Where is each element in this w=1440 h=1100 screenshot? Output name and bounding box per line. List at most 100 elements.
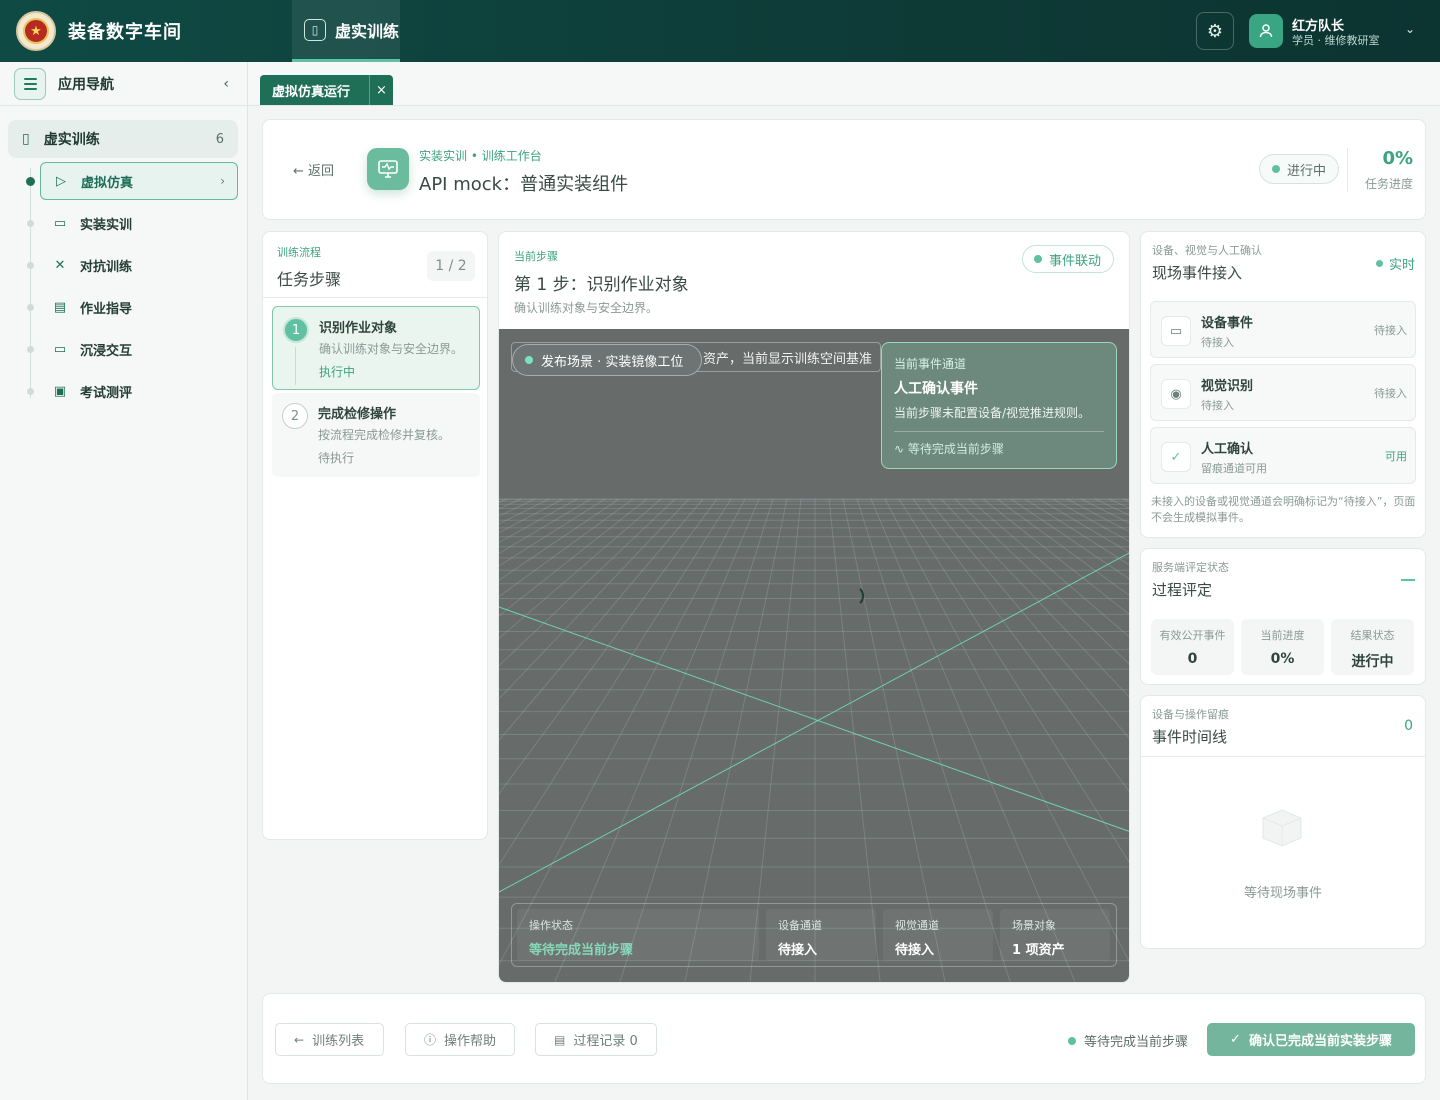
event-link-badge[interactable]: 事件联动 bbox=[1022, 245, 1114, 273]
confirm-step-button[interactable]: ✓ 确认已完成当前实装步骤 bbox=[1207, 1023, 1415, 1056]
current-step-sub: 确认训练对象与安全边界。 bbox=[514, 301, 659, 315]
footer-status-label: 等待完成当前步骤 bbox=[1084, 1035, 1189, 1050]
training-list-button[interactable]: ← 训练列表 bbox=[275, 1023, 384, 1056]
status-value: 待接入 bbox=[895, 943, 935, 958]
scene-pill[interactable]: 发布场景 · 实装镜像工位 bbox=[512, 344, 702, 376]
event-timeline-panel: 设备与操作留痕 事件时间线 0 等待现场事件 bbox=[1140, 695, 1426, 949]
sidebar-item-exam[interactable]: ▣ 考试测评 bbox=[40, 372, 238, 410]
vr-headset-icon: ▭ bbox=[53, 341, 67, 357]
event-link-label: 事件联动 bbox=[1049, 253, 1102, 269]
tree-dot bbox=[27, 346, 34, 353]
book-icon: ▯ bbox=[22, 131, 30, 147]
sidebar-item-work-guide[interactable]: ▤ 作业指导 bbox=[40, 288, 238, 326]
sidebar-group-virtual-training[interactable]: ▯ 虚实训练 6 bbox=[8, 120, 238, 158]
sidebar-group-label: 虚实训练 bbox=[43, 132, 100, 148]
divider bbox=[1141, 756, 1425, 757]
sidebar-item-combat-training[interactable]: ✕ 对抗训练 bbox=[40, 246, 238, 284]
gear-icon[interactable]: ⚙ bbox=[1196, 12, 1234, 50]
monitor-pulse-icon bbox=[367, 148, 409, 190]
tab-label: 虚拟仿真运行 bbox=[272, 84, 351, 100]
scene-status-bar: 操作状态 等待完成当前步骤 设备通道 待接入 视觉通道 待接入 场景对象 1 项… bbox=[511, 903, 1117, 967]
crossed-swords-icon: ✕ bbox=[54, 257, 66, 273]
sidebar-item-practical-training[interactable]: ▭ 实装实训 bbox=[40, 204, 238, 242]
divider bbox=[263, 297, 487, 298]
loading-spinner-icon bbox=[842, 585, 864, 607]
action-footer: ← 训练列表 ⓘ 操作帮助 ▤ 过程记录 0 等待完成当前步骤 ✓ 确认已完成当前实装步… bbox=[262, 993, 1426, 1084]
close-icon[interactable]: × bbox=[369, 75, 393, 105]
collapse-sidebar-icon[interactable]: ‹ bbox=[223, 76, 229, 92]
step-item-1[interactable]: 1 识别作业对象 确认训练对象与安全边界。 执行中 bbox=[272, 306, 480, 390]
menu-icon[interactable] bbox=[14, 67, 46, 100]
status-value: 待接入 bbox=[778, 943, 818, 958]
topnav-virtual-training[interactable]: ▯ 虚实训练 bbox=[292, 0, 400, 62]
back-button[interactable]: ← 返回 bbox=[293, 160, 334, 179]
event-card-label: 当前事件通道 bbox=[894, 357, 967, 371]
document-icon: ▤ bbox=[554, 1032, 566, 1047]
sidebar-header: 应用导航 ‹ bbox=[0, 62, 247, 106]
sidebar: 应用导航 ‹ ▯ 虚实训练 6 ▷ 虚拟仿真 › ▭ 实装实训 ✕ 对抗训练 ▤… bbox=[0, 62, 248, 1100]
flow-label: 训练流程 bbox=[277, 246, 321, 259]
access-note: 未接入的设备或视觉通道会明确标记为“待接入”，页面不会生成模拟事件。 bbox=[1151, 495, 1416, 524]
back-label: 返回 bbox=[308, 164, 335, 179]
stat-value: 0 bbox=[1187, 651, 1198, 667]
tree-dot bbox=[27, 388, 34, 395]
breadcrumb: 实装实训 • 训练工作台 bbox=[419, 149, 542, 163]
grid-line bbox=[1122, 498, 1129, 503]
stat-result-state: 结果状态 进行中 bbox=[1331, 619, 1414, 675]
channel-name: 设备事件 bbox=[1201, 316, 1254, 331]
divider bbox=[1347, 148, 1348, 192]
panel-title: 过程评定 bbox=[1152, 581, 1213, 599]
step-title: 完成检修操作 bbox=[318, 407, 397, 422]
monitor-icon: ▭ bbox=[1161, 316, 1191, 346]
tab-virtual-sim-run[interactable]: 虚拟仿真运行 × bbox=[260, 75, 393, 105]
step-item-2[interactable]: 2 完成检修操作 按流程完成检修并复核。 待执行 bbox=[272, 393, 480, 477]
chevron-right-icon: › bbox=[220, 174, 225, 188]
status-cell-operation: 操作状态 等待完成当前步骤 bbox=[517, 909, 759, 961]
panel-label: 服务端评定状态 bbox=[1152, 561, 1229, 574]
status-key: 视觉通道 bbox=[895, 919, 939, 932]
empty-state-text: 等待现场事件 bbox=[1243, 886, 1322, 901]
training-flow-panel: 训练流程 任务步骤 1 / 2 1 识别作业对象 确认训练对象与安全边界。 执行… bbox=[262, 231, 488, 840]
avatar[interactable] bbox=[1249, 14, 1283, 48]
channel-device-events[interactable]: ▭ 设备事件 待接入 待接入 bbox=[1150, 301, 1416, 358]
check-icon: ✓ bbox=[1161, 442, 1191, 472]
field-event-access-panel: 设备、视觉与人工确认 现场事件接入 实时 ▭ 设备事件 待接入 待接入 ◉ 视觉… bbox=[1140, 231, 1426, 538]
sidebar-group-count: 6 bbox=[215, 131, 224, 147]
process-records-button[interactable]: ▤ 过程记录 0 bbox=[535, 1023, 657, 1056]
sidebar-item-label: 作业指导 bbox=[80, 301, 133, 317]
3d-scene-viewport[interactable]: 资产，当前显示训练空间基准 发布场景 · 实装镜像工位 当前事件通道 人工确认事… bbox=[499, 329, 1129, 982]
channel-status: 待接入 bbox=[1201, 336, 1234, 349]
status-dot bbox=[1068, 1036, 1076, 1045]
sidebar-item-label: 实装实训 bbox=[80, 217, 133, 233]
minus-icon bbox=[1401, 579, 1415, 581]
stat-key: 有效公开事件 bbox=[1159, 629, 1226, 642]
info-icon: ⓘ bbox=[424, 1033, 437, 1047]
status-dot bbox=[1034, 255, 1042, 263]
process-evaluation-panel: 服务端评定状态 过程评定 有效公开事件 0 当前进度 0% 结果状态 进行中 bbox=[1140, 548, 1426, 685]
panel-title: 现场事件接入 bbox=[1152, 264, 1243, 282]
sidebar-item-label: 虚拟仿真 bbox=[81, 175, 134, 191]
tab-strip: 虚拟仿真运行 × bbox=[248, 62, 1440, 106]
status-value: 等待完成当前步骤 bbox=[529, 943, 634, 958]
arrow-left-icon: ← bbox=[293, 164, 304, 179]
emblem-icon: ★ bbox=[16, 11, 56, 51]
stat-value: 0% bbox=[1270, 651, 1295, 667]
sidebar-item-virtual-sim[interactable]: ▷ 虚拟仿真 › bbox=[40, 162, 238, 200]
sidebar-item-label: 对抗训练 bbox=[80, 259, 133, 275]
tree-dot-active bbox=[26, 177, 35, 186]
step-connector bbox=[295, 347, 296, 385]
panel-label: 设备、视觉与人工确认 bbox=[1152, 244, 1262, 257]
user-subtitle: 学员 · 维修教研室 bbox=[1292, 34, 1380, 47]
channel-manual-confirm[interactable]: ✓ 人工确认 留痕通道可用 可用 bbox=[1150, 427, 1416, 484]
stat-key: 结果状态 bbox=[1350, 629, 1395, 642]
status-key: 场景对象 bbox=[1012, 919, 1056, 932]
status-dot bbox=[1375, 260, 1383, 267]
sidebar-item-immersive[interactable]: ▭ 沉浸交互 bbox=[40, 330, 238, 368]
task-header: ← 返回 实装实训 • 训练工作台 API mock：普通实装组件 进行中 0%… bbox=[262, 119, 1426, 220]
status-key: 操作状态 bbox=[529, 919, 573, 932]
stat-key: 当前进度 bbox=[1260, 629, 1305, 642]
help-button[interactable]: ⓘ 操作帮助 bbox=[405, 1023, 515, 1056]
channel-vision[interactable]: ◉ 视觉识别 待接入 待接入 bbox=[1150, 364, 1416, 421]
chevron-down-icon[interactable]: ⌄ bbox=[1405, 22, 1415, 36]
current-step-panel: 当前步骤 第 1 步：识别作业对象 确认训练对象与安全边界。 事件联动 资产，当… bbox=[498, 231, 1130, 983]
